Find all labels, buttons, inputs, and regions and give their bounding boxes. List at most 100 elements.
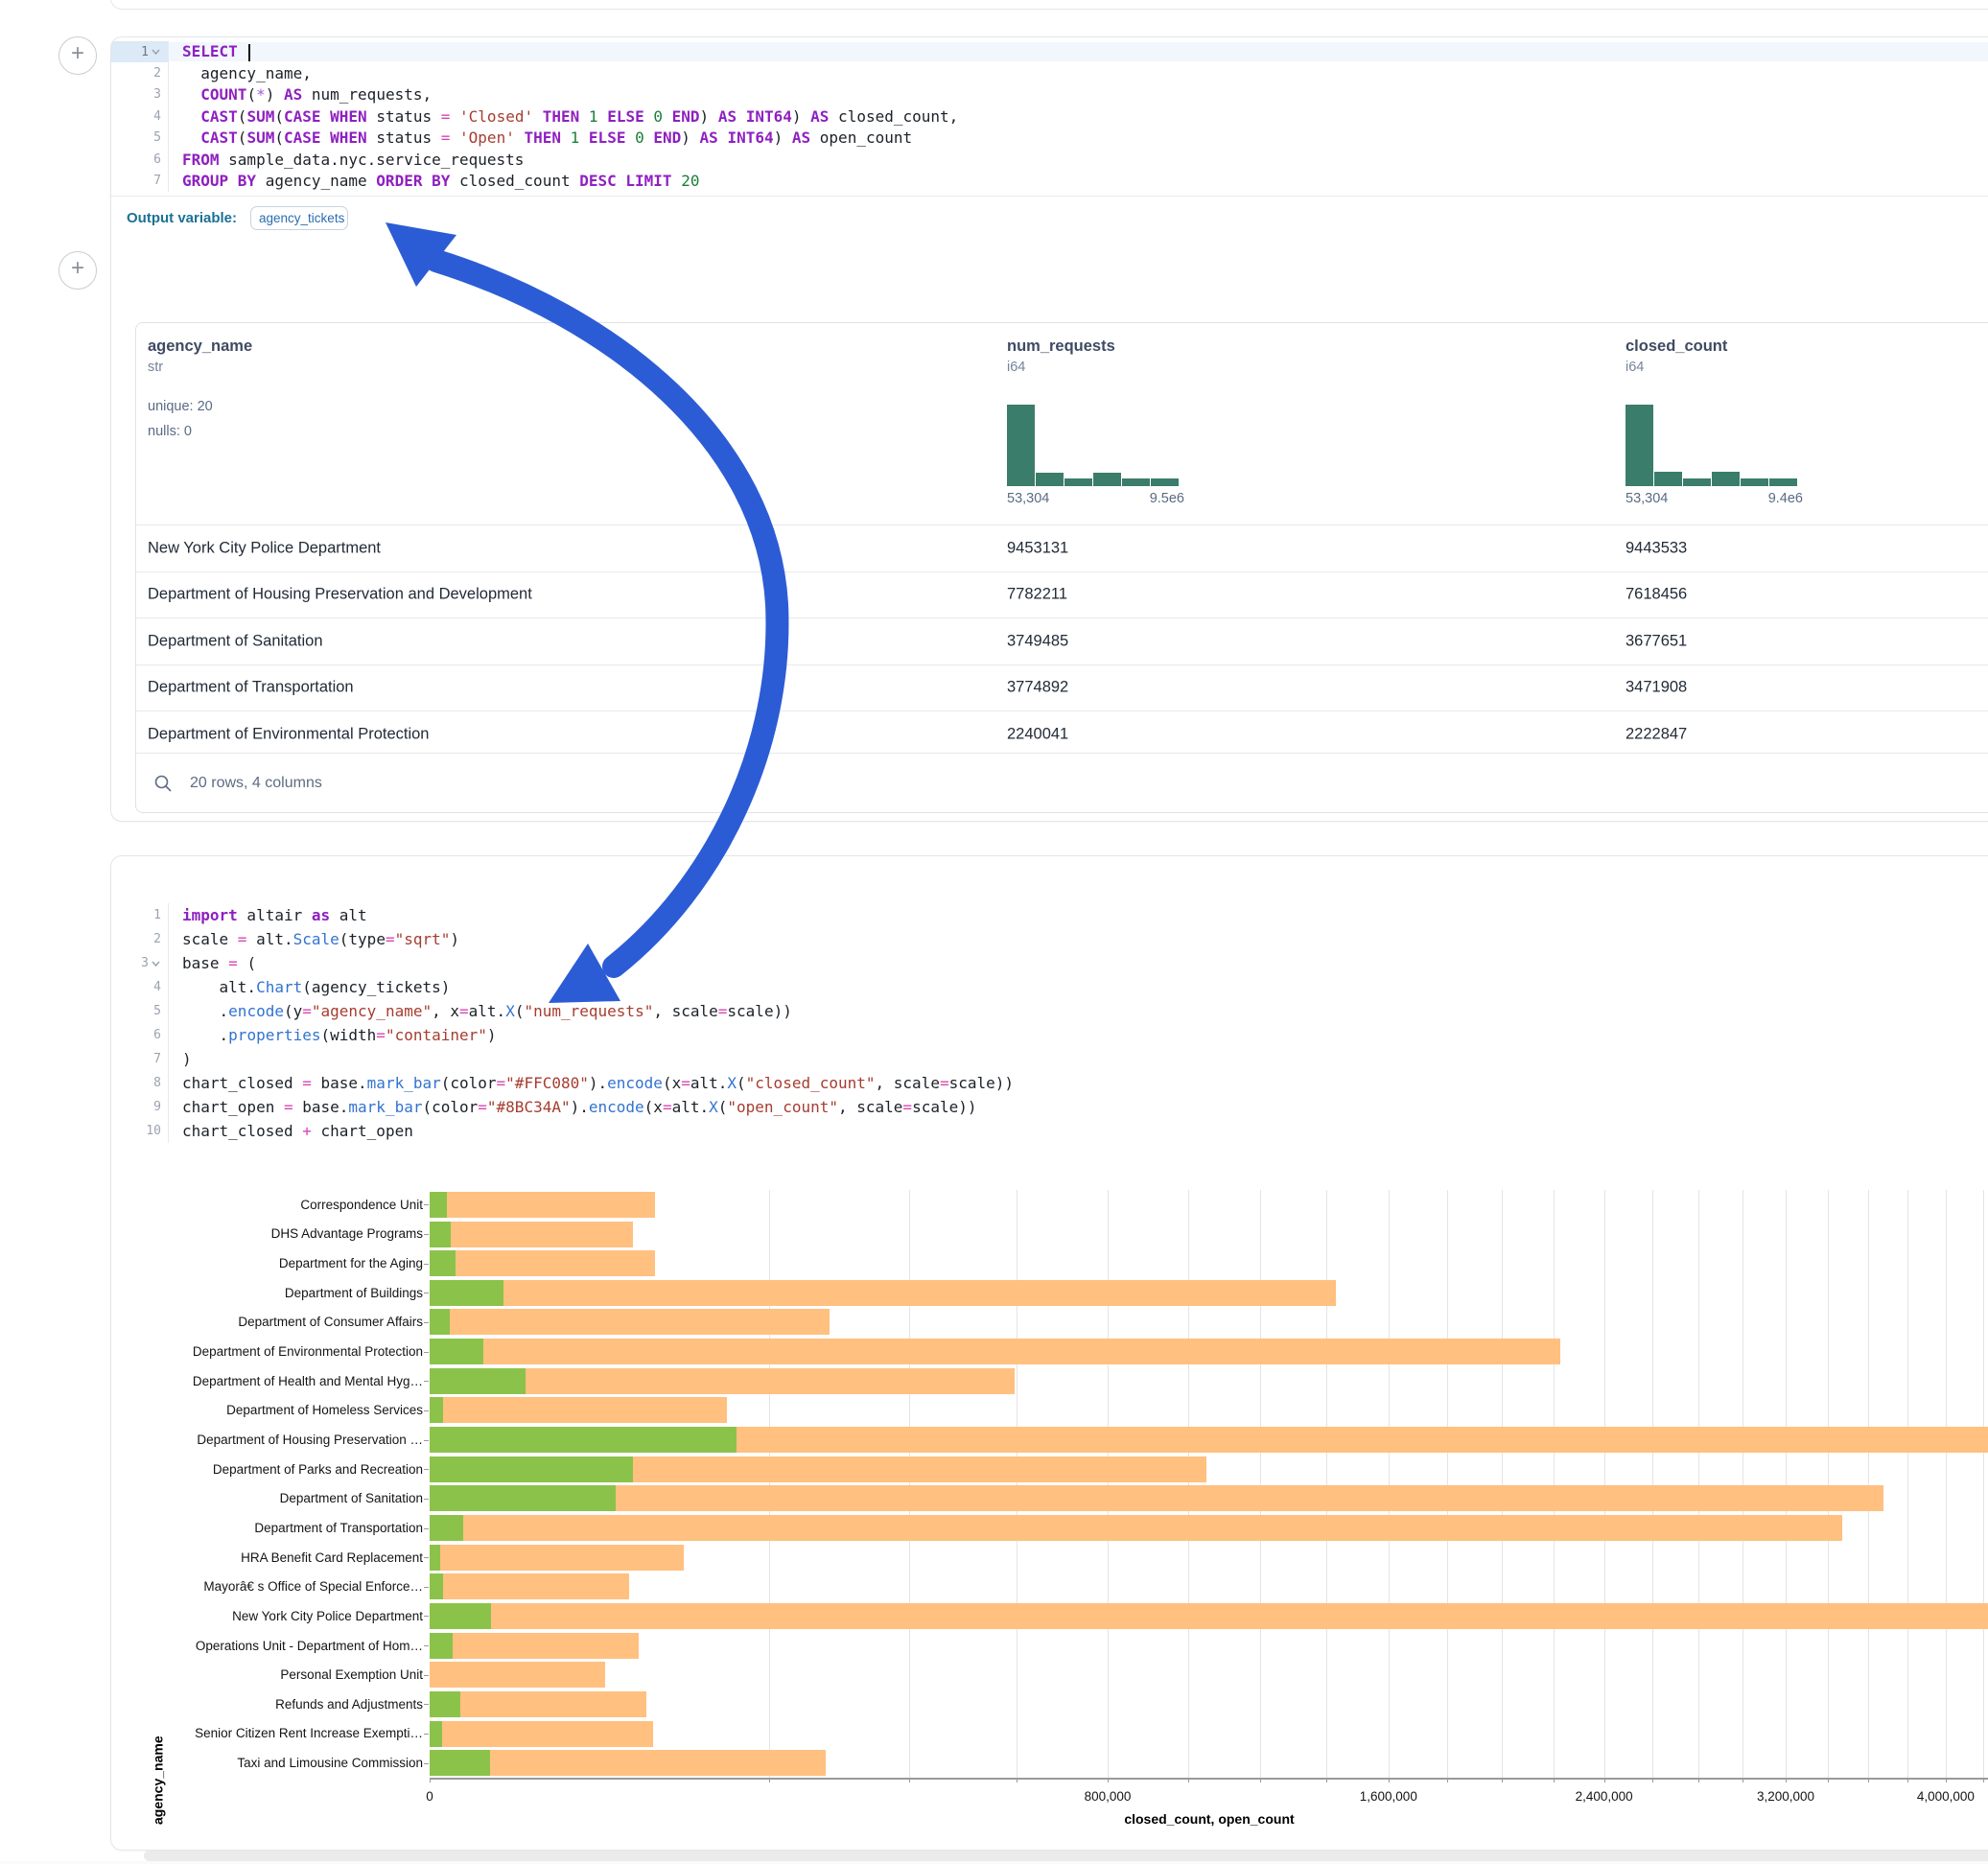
y-axis-category-label: New York City Police Department — [111, 1601, 423, 1631]
code-line[interactable]: 5 .encode(y="agency_name", x=alt.X("num_… — [111, 999, 1988, 1023]
x-axis-tick-label: 1,600,000 — [1345, 1789, 1432, 1804]
bar-closed-count — [430, 1603, 1988, 1629]
bar-open-count — [430, 1573, 443, 1599]
code-line[interactable]: 3 COUNT(*) AS num_requests, — [111, 84, 1988, 105]
y-axis-category-label: Department of Health and Mental Hyg… — [111, 1366, 423, 1396]
column-name: num_requests — [1007, 338, 1189, 356]
cell-agency-name: New York City Police Department — [148, 539, 381, 557]
text-cursor — [248, 44, 250, 61]
closed-count-histogram — [1625, 405, 1797, 486]
num-requests-histogram — [1007, 405, 1179, 486]
bar-open-count — [430, 1721, 442, 1747]
cell-num-requests: 3749485 — [1007, 632, 1068, 650]
hist-min-label: 53,304 — [1625, 491, 1668, 506]
bar-open-count — [430, 1485, 616, 1511]
chart-plot-area: 0800,0001,600,0002,400,0003,200,0004,000… — [430, 1190, 1988, 1778]
chart-x-axis-title: closed_count, open_count — [430, 1811, 1988, 1827]
add-cell-button-middle[interactable]: + — [58, 251, 97, 290]
chart-y-labels: Correspondence UnitDHS Advantage Program… — [111, 1190, 423, 1778]
column-type: i64 — [1007, 360, 1189, 375]
histogram-bar — [1036, 473, 1064, 486]
python-code-editor[interactable]: 1import altair as alt2scale = alt.Scale(… — [111, 856, 1988, 1143]
bar-closed-count — [430, 1192, 655, 1218]
table-row[interactable]: Department of Sanitation37494853677651 — [136, 617, 1988, 664]
x-axis-tick-label: 4,000,000 — [1903, 1789, 1988, 1804]
histogram-bar — [1122, 478, 1150, 486]
bar-open-count — [430, 1368, 526, 1394]
line-number: 3 — [111, 951, 169, 975]
table-row[interactable]: Department of Environmental Protection 22… — [136, 711, 1988, 757]
hist-max-label: 9.5e6 — [1150, 491, 1184, 506]
column-stat-unique: unique: 20 — [148, 394, 252, 419]
search-icon[interactable] — [153, 774, 173, 793]
column-header-num-requests[interactable]: num_requests i64 — [1007, 323, 1189, 375]
x-axis-tick-label: 2,400,000 — [1561, 1789, 1648, 1804]
bar-open-count — [430, 1603, 491, 1629]
code-line[interactable]: 6FROM sample_data.nyc.service_requests — [111, 149, 1988, 170]
column-header-agency-name[interactable]: agency_name str unique: 20 nulls: 0 — [148, 323, 252, 444]
bar-closed-count — [430, 1280, 1336, 1306]
line-number: 7 — [111, 170, 169, 191]
code-line[interactable]: 4 CAST(SUM(CASE WHEN status = 'Closed' T… — [111, 105, 1988, 127]
next-cell-collapsed-strip[interactable] — [144, 1851, 1988, 1861]
table-row[interactable]: Department of Transportation377489234719… — [136, 664, 1988, 711]
cell-agency-name: Department of Housing Preservation and D… — [148, 586, 532, 604]
bar-closed-count — [430, 1662, 605, 1688]
code-line[interactable]: 7GROUP BY agency_name ORDER BY closed_co… — [111, 170, 1988, 191]
bar-closed-count — [430, 1515, 1842, 1541]
code-line[interactable]: 2scale = alt.Scale(type="sqrt") — [111, 927, 1988, 951]
bar-closed-count — [430, 1691, 646, 1717]
table-row[interactable]: New York City Police Department945313194… — [136, 524, 1988, 571]
bar-closed-count — [430, 1309, 830, 1335]
cell-closed-count: 3471908 — [1625, 679, 1687, 697]
python-cell-panel: 1import altair as alt2scale = alt.Scale(… — [110, 855, 1988, 1851]
y-axis-category-label: Department of Environmental Protection — [111, 1337, 423, 1366]
add-cell-button-top[interactable]: + — [58, 36, 97, 75]
line-number: 5 — [111, 999, 169, 1023]
code-line[interactable]: 8chart_closed = base.mark_bar(color="#FF… — [111, 1071, 1988, 1095]
histogram-bar — [1625, 405, 1653, 486]
cell-agency-name: Department of Environmental Protection — [148, 725, 429, 743]
line-number: 2 — [111, 927, 169, 951]
output-variable-pill[interactable]: agency_tickets — [250, 206, 348, 230]
y-axis-category-label: Correspondence Unit — [111, 1190, 423, 1220]
histogram-bar — [1741, 478, 1768, 487]
table-row[interactable]: Department of Housing Preservation and D… — [136, 571, 1988, 618]
y-axis-category-label: Refunds and Adjustments — [111, 1689, 423, 1719]
bar-closed-count — [430, 1222, 633, 1247]
code-line[interactable]: 5 CAST(SUM(CASE WHEN status = 'Open' THE… — [111, 128, 1988, 149]
y-axis-category-label: HRA Benefit Card Replacement — [111, 1543, 423, 1573]
code-line[interactable]: 6 .properties(width="container") — [111, 1023, 1988, 1047]
line-number: 4 — [111, 975, 169, 999]
code-line[interactable]: 3base = ( — [111, 951, 1988, 975]
code-line[interactable]: 9chart_open = base.mark_bar(color="#8BC3… — [111, 1095, 1988, 1119]
layered-bar-chart: agency_name Correspondence UnitDHS Advan… — [111, 1190, 1988, 1823]
cell-closed-count: 9443533 — [1625, 539, 1687, 557]
bar-closed-count — [430, 1721, 653, 1747]
bar-open-count — [430, 1545, 440, 1571]
y-axis-category-label: Department of Consumer Affairs — [111, 1308, 423, 1338]
column-header-closed-count[interactable]: closed_count i64 — [1625, 323, 1808, 375]
cell-closed-count: 7618456 — [1625, 586, 1687, 604]
bar-closed-count — [430, 1573, 629, 1599]
histogram-bar — [1769, 478, 1797, 487]
x-axis-tick-label: 800,000 — [1064, 1789, 1151, 1804]
sql-code-editor[interactable]: 1SELECT 2 agency_name,3 COUNT(*) AS num_… — [111, 37, 1988, 192]
code-line[interactable]: 7) — [111, 1047, 1988, 1071]
code-line[interactable]: 1import altair as alt — [111, 903, 1988, 927]
cell-closed-count: 2222847 — [1625, 725, 1687, 743]
code-line[interactable]: 2 agency_name, — [111, 62, 1988, 83]
bar-open-count — [430, 1397, 443, 1423]
x-axis-tick-label: 3,200,000 — [1742, 1789, 1829, 1804]
table-row-count: 20 rows, 4 columns — [190, 775, 322, 792]
cell-agency-name: Department of Sanitation — [148, 632, 323, 650]
column-type: i64 — [1625, 360, 1808, 375]
bar-open-count — [430, 1750, 490, 1776]
code-line[interactable]: 4 alt.Chart(agency_tickets) — [111, 975, 1988, 999]
y-axis-category-label: Personal Exemption Unit — [111, 1660, 423, 1689]
output-variable-label: Output variable: — [127, 210, 237, 226]
code-line[interactable]: 1SELECT — [111, 41, 1988, 62]
line-number: 6 — [111, 149, 169, 170]
code-line[interactable]: 10chart_closed + chart_open — [111, 1119, 1988, 1143]
bar-closed-count — [430, 1633, 639, 1659]
